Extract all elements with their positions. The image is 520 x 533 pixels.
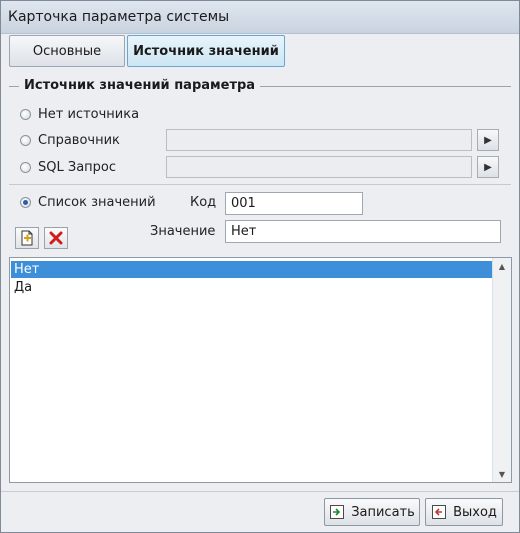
code-input[interactable]: 001 xyxy=(225,192,363,215)
exit-door-icon xyxy=(432,505,447,519)
list-item[interactable]: Нет xyxy=(11,261,492,278)
tab-value-source[interactable]: Источник значений xyxy=(127,35,285,67)
delete-cross-icon xyxy=(49,231,63,245)
play-arrow-icon: ▶ xyxy=(484,161,492,173)
list-item[interactable]: Да xyxy=(11,279,492,296)
values-listbox[interactable]: Нет Да ▲ ▼ xyxy=(9,257,512,483)
radio-no-source-label: Нет источника xyxy=(38,107,140,122)
tab-general-label: Основные xyxy=(32,43,102,59)
sql-pick-button[interactable]: ▶ xyxy=(477,156,499,178)
radio-sql-label: SQL Запрос xyxy=(38,160,117,175)
new-document-icon xyxy=(21,230,33,246)
value-input[interactable]: Нет xyxy=(225,220,501,243)
exit-button-label: Выход xyxy=(453,504,497,520)
sql-field xyxy=(166,156,472,178)
radio-sql[interactable] xyxy=(20,162,31,173)
window-title: Карточка параметра системы xyxy=(8,9,230,25)
radio-no-source[interactable] xyxy=(20,109,31,120)
footer-separator xyxy=(1,491,519,492)
save-icon xyxy=(330,505,345,519)
add-value-button[interactable] xyxy=(15,227,39,249)
reference-field xyxy=(166,129,472,151)
group-title: Источник значений параметра xyxy=(19,78,261,93)
delete-value-button[interactable] xyxy=(44,227,68,249)
radio-value-list[interactable] xyxy=(20,197,31,208)
dialog-window: Карточка параметра системы Основные Исто… xyxy=(0,0,520,533)
value-label: Значение xyxy=(150,224,216,239)
radio-value-list-label: Список значений xyxy=(38,195,156,210)
save-button-label: Записать xyxy=(351,504,415,520)
save-button[interactable]: Записать xyxy=(324,498,420,526)
code-label: Код xyxy=(190,195,217,210)
title-bar[interactable]: Карточка параметра системы xyxy=(1,1,519,34)
radio-reference-label: Справочник xyxy=(38,133,120,148)
scroll-down-arrow-icon[interactable]: ▼ xyxy=(493,466,511,482)
tab-value-source-label: Источник значений xyxy=(133,43,279,59)
play-arrow-icon: ▶ xyxy=(484,134,492,146)
reference-pick-button[interactable]: ▶ xyxy=(477,129,499,151)
exit-button[interactable]: Выход xyxy=(425,498,503,526)
radio-reference[interactable] xyxy=(20,135,31,146)
tab-general[interactable]: Основные xyxy=(9,35,125,67)
list-scrollbar[interactable]: ▲ ▼ xyxy=(492,258,511,482)
scroll-up-arrow-icon[interactable]: ▲ xyxy=(493,258,511,274)
separator xyxy=(9,184,511,185)
